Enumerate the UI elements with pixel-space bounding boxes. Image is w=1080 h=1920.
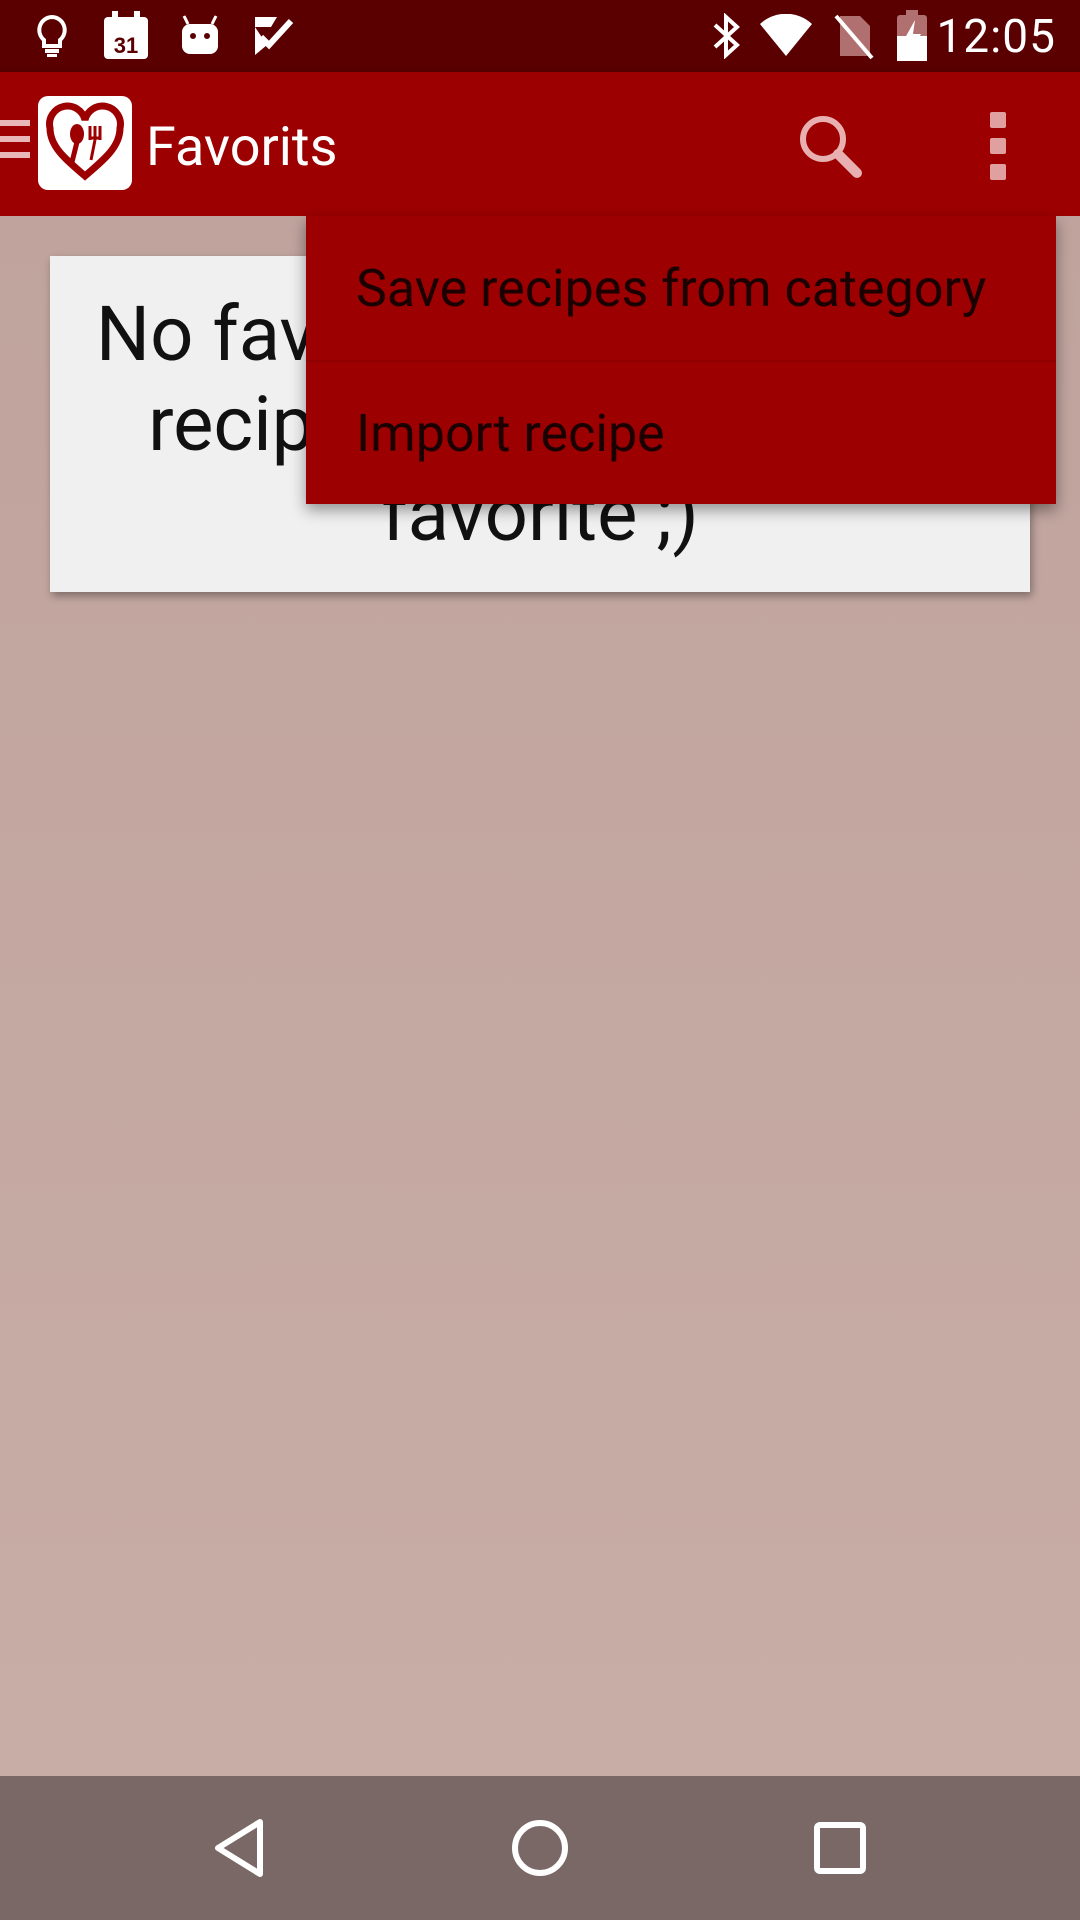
overflow-dot bbox=[990, 164, 1006, 180]
calendar-icon: 31 bbox=[98, 8, 154, 64]
app-bar: Favorits bbox=[0, 72, 1080, 216]
home-icon bbox=[512, 1820, 568, 1876]
system-nav-bar bbox=[0, 1776, 1080, 1920]
overflow-menu-button[interactable] bbox=[970, 106, 1026, 186]
menu-item-import-recipe[interactable]: Import recipe bbox=[306, 360, 1056, 504]
search-icon bbox=[800, 116, 862, 178]
bluetooth-icon bbox=[698, 8, 754, 64]
menu-item-save-recipes-from-category[interactable]: Save recipes from category bbox=[306, 216, 1056, 360]
app-logo[interactable] bbox=[38, 96, 132, 190]
page-title: Favorits bbox=[146, 116, 338, 179]
no-sim-icon bbox=[826, 8, 882, 64]
heart-fork-logo-icon bbox=[46, 102, 124, 181]
battery-charging-icon bbox=[884, 8, 940, 64]
home-button[interactable] bbox=[504, 1812, 576, 1884]
wifi-icon bbox=[758, 8, 814, 64]
android-icon bbox=[172, 8, 228, 64]
back-icon bbox=[215, 1819, 263, 1877]
search-button[interactable] bbox=[790, 106, 870, 186]
overflow-dot bbox=[990, 112, 1006, 128]
recents-button[interactable] bbox=[804, 1812, 876, 1884]
back-button[interactable] bbox=[204, 1812, 276, 1884]
task-check-icon bbox=[246, 8, 302, 64]
lightbulb-icon bbox=[24, 8, 80, 64]
drawer-menu-icon[interactable] bbox=[0, 120, 30, 168]
svg-text:31: 31 bbox=[114, 33, 138, 58]
recents-icon bbox=[814, 1822, 866, 1874]
overflow-popup-menu: Save recipes from category Import recipe bbox=[306, 216, 1056, 504]
status-bar: 31 12:05 bbox=[0, 0, 1080, 72]
status-time: 12:05 bbox=[936, 10, 1056, 64]
overflow-dot bbox=[990, 138, 1006, 154]
